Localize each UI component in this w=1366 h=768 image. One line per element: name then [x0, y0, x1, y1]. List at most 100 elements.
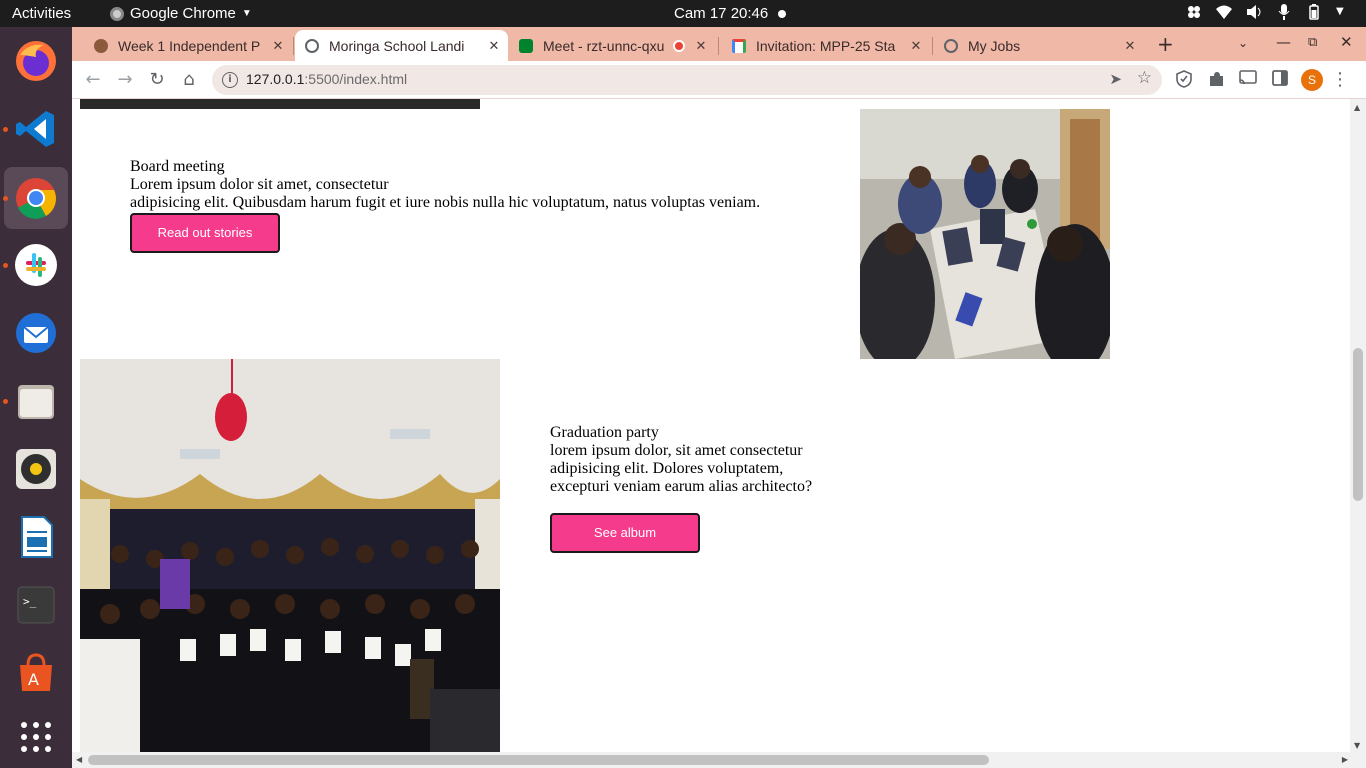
vertical-scrollbar[interactable]: ▲ ▼ — [1350, 99, 1366, 752]
dock: >_ A — [0, 27, 72, 768]
shield-extension-icon[interactable] — [1174, 70, 1194, 90]
system-tray[interactable]: ▼ — [1186, 4, 1352, 20]
url-host: 127.0.0.1 — [246, 71, 305, 87]
page-viewport[interactable]: Board meeting Lorem ipsum dolor sit amet… — [72, 99, 1366, 768]
volume-icon — [1246, 4, 1262, 20]
extensions-puzzle-icon[interactable] — [1206, 70, 1226, 90]
previous-section-image — [80, 99, 480, 109]
scroll-right-arrow-icon[interactable]: ▶ — [1342, 755, 1348, 764]
running-indicator — [3, 196, 8, 201]
svg-text:A: A — [28, 670, 39, 689]
board-meeting-text: Board meeting Lorem ipsum dolor sit amet… — [130, 158, 760, 212]
thunderbird-icon[interactable] — [12, 309, 60, 357]
globe-icon — [305, 38, 319, 53]
tab-label: My Jobs — [968, 37, 1021, 54]
favicon-icon — [94, 38, 108, 53]
bookmark-star-icon[interactable]: ☆ — [1137, 68, 1152, 88]
scroll-up-arrow-icon[interactable]: ▲ — [1354, 103, 1360, 112]
tab-separator — [932, 37, 933, 55]
app-menu[interactable]: Google Chrome ▼ — [110, 5, 252, 22]
close-window-button[interactable]: ✕ — [1340, 33, 1353, 51]
more-menu-icon[interactable]: ⋮ — [1330, 70, 1350, 90]
page-content: Board meeting Lorem ipsum dolor sit amet… — [72, 99, 1350, 752]
show-apps-icon[interactable] — [12, 713, 60, 761]
graduation-line1: lorem ipsum dolor, sit amet consectetur — [550, 442, 803, 459]
notification-dot-icon — [778, 9, 787, 18]
app-store-icon[interactable]: A — [12, 649, 60, 697]
board-meeting-title: Board meeting — [130, 158, 225, 175]
new-tab-button[interactable]: + — [1157, 32, 1174, 56]
tab-separator — [293, 37, 294, 55]
home-button[interactable]: ⌂ — [178, 69, 200, 91]
read-out-stories-button[interactable]: Read out stories — [130, 213, 280, 253]
restore-button[interactable]: ⧉ — [1308, 35, 1317, 50]
wifi-icon — [1216, 4, 1232, 20]
tab-separator — [718, 37, 719, 55]
cast-icon[interactable] — [1238, 70, 1258, 90]
chrome-icon — [110, 6, 124, 21]
slack-icon[interactable] — [12, 241, 60, 289]
see-album-button[interactable]: See album — [550, 513, 700, 553]
close-tab-icon[interactable]: ✕ — [906, 38, 926, 54]
horizontal-scrollbar[interactable]: ◀ ▶ — [72, 752, 1366, 768]
files-icon[interactable] — [12, 377, 60, 425]
site-info-icon[interactable]: i — [222, 72, 238, 88]
horizontal-scroll-thumb[interactable] — [88, 755, 989, 765]
graduation-photo — [80, 359, 500, 752]
tab-label: Meet - rzt-unnc-qxu — [543, 37, 665, 54]
close-tab-icon[interactable]: ✕ — [1120, 38, 1140, 54]
tab-invitation[interactable]: Invitation: MPP-25 Sta ✕ — [722, 30, 930, 61]
vertical-scroll-thumb[interactable] — [1353, 348, 1363, 501]
vscode-icon[interactable] — [12, 105, 60, 153]
microphone-icon — [1276, 4, 1292, 20]
rhythmbox-icon[interactable] — [12, 445, 60, 493]
running-indicator — [3, 263, 8, 268]
close-tab-icon[interactable]: ✕ — [484, 38, 504, 54]
send-to-device-icon[interactable]: ➤ — [1109, 70, 1122, 88]
tab-moringa[interactable]: Moringa School Landi ✕ — [295, 30, 508, 61]
app-menu-label: Google Chrome — [130, 5, 236, 22]
side-panel-icon[interactable] — [1270, 70, 1290, 90]
board-meeting-line1: Lorem ipsum dolor sit amet, consectetur — [130, 176, 389, 193]
gmail-icon — [732, 38, 746, 53]
slack-tray-icon — [1186, 4, 1202, 20]
system-top-bar: Activities Google Chrome ▼ Cam 17 20:46 … — [0, 0, 1366, 27]
browser-toolbar: ← → ↻ ⌂ i 127.0.0.1:5500/index.html ➤ ☆ … — [72, 61, 1366, 99]
close-tab-icon[interactable]: ✕ — [268, 38, 288, 54]
tab-label: Moringa School Landi — [329, 37, 465, 54]
profile-avatar[interactable]: S — [1301, 69, 1323, 91]
tab-search-icon[interactable]: ⌄ — [1238, 36, 1248, 50]
graduation-title: Graduation party — [550, 424, 659, 441]
tab-week1[interactable]: Week 1 Independent P ✕ — [84, 30, 292, 61]
firefox-icon[interactable] — [12, 37, 60, 85]
running-indicator — [3, 127, 8, 132]
graduation-line3: excepturi veniam earum alias architecto? — [550, 478, 813, 495]
tab-label: Week 1 Independent P — [118, 37, 261, 54]
tab-label: Invitation: MPP-25 Sta — [756, 37, 896, 54]
back-button[interactable]: ← — [82, 69, 104, 91]
recording-icon — [673, 39, 685, 52]
forward-button[interactable]: → — [114, 69, 136, 91]
caret-down-icon: ▼ — [241, 8, 252, 19]
address-bar[interactable]: i 127.0.0.1:5500/index.html ➤ ☆ — [212, 65, 1162, 95]
close-tab-icon[interactable]: ✕ — [691, 38, 711, 54]
running-indicator — [3, 399, 8, 404]
battery-icon — [1306, 4, 1322, 20]
board-meeting-photo — [860, 109, 1110, 359]
libreoffice-writer-icon[interactable] — [12, 513, 60, 561]
tab-meet[interactable]: Meet - rzt-unnc-qxu ✕ — [509, 30, 715, 61]
chrome-icon[interactable] — [4, 167, 68, 229]
power-menu-icon: ▼ — [1336, 6, 1344, 17]
svg-text:>_: >_ — [23, 595, 37, 608]
google-meet-icon — [519, 38, 533, 53]
clock[interactable]: Cam 17 20:46 — [674, 5, 787, 22]
graduation-line2: adipisicing elit. Dolores voluptatem, — [550, 460, 784, 477]
url-text: 127.0.0.1:5500/index.html — [246, 71, 407, 87]
minimize-button[interactable]: — — [1276, 33, 1291, 51]
scroll-left-arrow-icon[interactable]: ◀ — [76, 755, 82, 764]
terminal-icon[interactable]: >_ — [12, 581, 60, 629]
scroll-down-arrow-icon[interactable]: ▼ — [1354, 741, 1360, 750]
activities-button[interactable]: Activities — [12, 5, 71, 22]
reload-button[interactable]: ↻ — [146, 69, 168, 91]
tab-my-jobs[interactable]: My Jobs ✕ — [934, 30, 1144, 61]
